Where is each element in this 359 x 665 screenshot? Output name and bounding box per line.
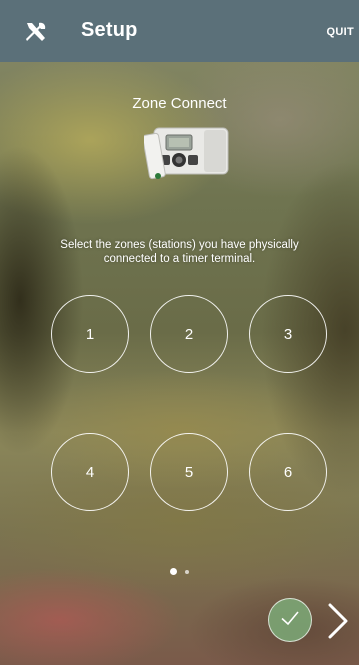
page-title: Setup bbox=[81, 19, 138, 41]
chevron-right-icon bbox=[326, 603, 350, 644]
zone-button-4[interactable]: 4 bbox=[51, 433, 129, 511]
instruction-text: Select the zones (stations) you have phy… bbox=[60, 239, 299, 265]
section-heading: Zone Connect bbox=[132, 95, 227, 112]
page-dot[interactable] bbox=[185, 569, 189, 574]
zone-button-6[interactable]: 6 bbox=[249, 433, 327, 511]
confirm-button[interactable] bbox=[268, 598, 312, 642]
zone-button-5[interactable]: 5 bbox=[150, 433, 228, 511]
page-indicator bbox=[0, 568, 359, 575]
next-button[interactable] bbox=[326, 602, 350, 640]
zone-button-3[interactable]: 3 bbox=[249, 295, 327, 373]
check-icon bbox=[278, 606, 302, 635]
zone-button-1[interactable]: 1 bbox=[51, 295, 129, 373]
page-dot-active[interactable] bbox=[170, 568, 177, 575]
app-header: Setup QUIT bbox=[0, 0, 359, 62]
zone-button-2[interactable]: 2 bbox=[150, 295, 228, 373]
quit-button[interactable]: QUIT bbox=[327, 26, 354, 38]
timer-device-image bbox=[142, 124, 230, 182]
tools-icon[interactable] bbox=[24, 20, 48, 44]
